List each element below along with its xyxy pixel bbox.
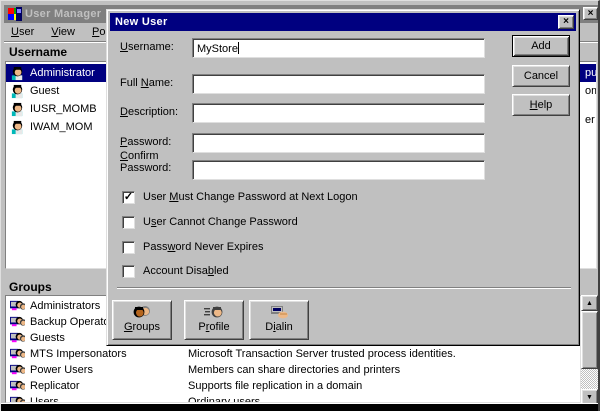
window-bottom-edge (1, 403, 600, 411)
username-column-header: Username (9, 45, 67, 59)
group-row-power-users[interactable]: Power Users Members can share directorie… (6, 362, 580, 378)
user-icon (10, 66, 25, 81)
checkbox-account-disabled[interactable]: Account Disabled (122, 264, 229, 278)
group-row-replicator[interactable]: Replicator Supports file replication in … (6, 378, 580, 394)
cancel-button[interactable]: Cancel (512, 65, 570, 87)
desc-fragment: er i (585, 114, 597, 126)
dialog-close-icon[interactable]: × (558, 15, 574, 29)
group-icon (10, 363, 25, 377)
group-icon (10, 395, 25, 403)
desc-fragment: om (585, 85, 597, 97)
menu-view[interactable]: View (44, 24, 82, 41)
app-icon (7, 6, 23, 22)
groups-column-header: Groups (9, 280, 52, 294)
user-manager-window: User Manager × User View Policies Userna… (0, 0, 600, 411)
group-row-mts-impersonators[interactable]: MTS Impersonators Microsoft Transaction … (6, 346, 580, 362)
scroll-up-icon[interactable]: ▲ (581, 295, 598, 311)
full-name-label: Full Name: (120, 77, 173, 89)
user-icon (10, 120, 25, 135)
password-label: Password: (120, 136, 171, 148)
group-row-users[interactable]: Users Ordinary users (6, 394, 580, 403)
group-icon (10, 331, 25, 345)
confirm-password-input[interactable] (192, 160, 485, 180)
window-close-icon[interactable]: × (583, 7, 598, 20)
new-user-dialog: New User × Username: MyStore Full Name: … (106, 9, 580, 346)
add-button[interactable]: Add (512, 35, 570, 57)
checkbox-unchecked-icon[interactable] (122, 265, 135, 278)
groups-button[interactable]: Groups (112, 300, 172, 340)
description-input[interactable] (192, 103, 485, 123)
checkbox-checked-icon[interactable]: ✓ (122, 191, 135, 204)
dialog-title: New User (115, 16, 168, 28)
password-input[interactable] (192, 133, 485, 153)
user-icon (10, 102, 25, 117)
dialog-titlebar[interactable]: New User × (110, 13, 576, 31)
group-icon (10, 299, 25, 313)
text-caret (238, 42, 239, 54)
dialog-separator (117, 287, 571, 289)
group-icon (10, 379, 25, 393)
help-button[interactable]: Help (512, 94, 570, 116)
confirm-password-label: Confirm Password: (120, 150, 171, 174)
groups-icon (131, 303, 153, 321)
description-label: Description: (120, 106, 178, 118)
menu-user[interactable]: User (4, 24, 41, 41)
user-icon (10, 84, 25, 99)
username-input[interactable]: MyStore (192, 38, 485, 58)
scrollbar-thumb[interactable] (581, 311, 598, 369)
checkbox-password-never-expires[interactable]: Password Never Expires (122, 240, 263, 254)
profile-button[interactable]: Profile (184, 300, 244, 340)
username-label: Username: (120, 41, 174, 53)
groups-scrollbar: ▲ ▼ (581, 295, 598, 405)
checkbox-must-change-password[interactable]: ✓ User Must Change Password at Next Logo… (122, 190, 358, 204)
checkbox-cannot-change-password[interactable]: User Cannot Change Password (122, 215, 298, 229)
full-name-input[interactable] (192, 74, 485, 94)
dialin-icon (268, 303, 290, 321)
checkbox-unchecked-icon[interactable] (122, 216, 135, 229)
desc-fragment: pu (585, 67, 597, 79)
group-icon (10, 347, 25, 361)
checkbox-unchecked-icon[interactable] (122, 241, 135, 254)
profile-icon (203, 303, 225, 321)
window-title: User Manager (25, 8, 101, 20)
dialin-button[interactable]: Dialin (249, 300, 309, 340)
group-icon (10, 315, 25, 329)
